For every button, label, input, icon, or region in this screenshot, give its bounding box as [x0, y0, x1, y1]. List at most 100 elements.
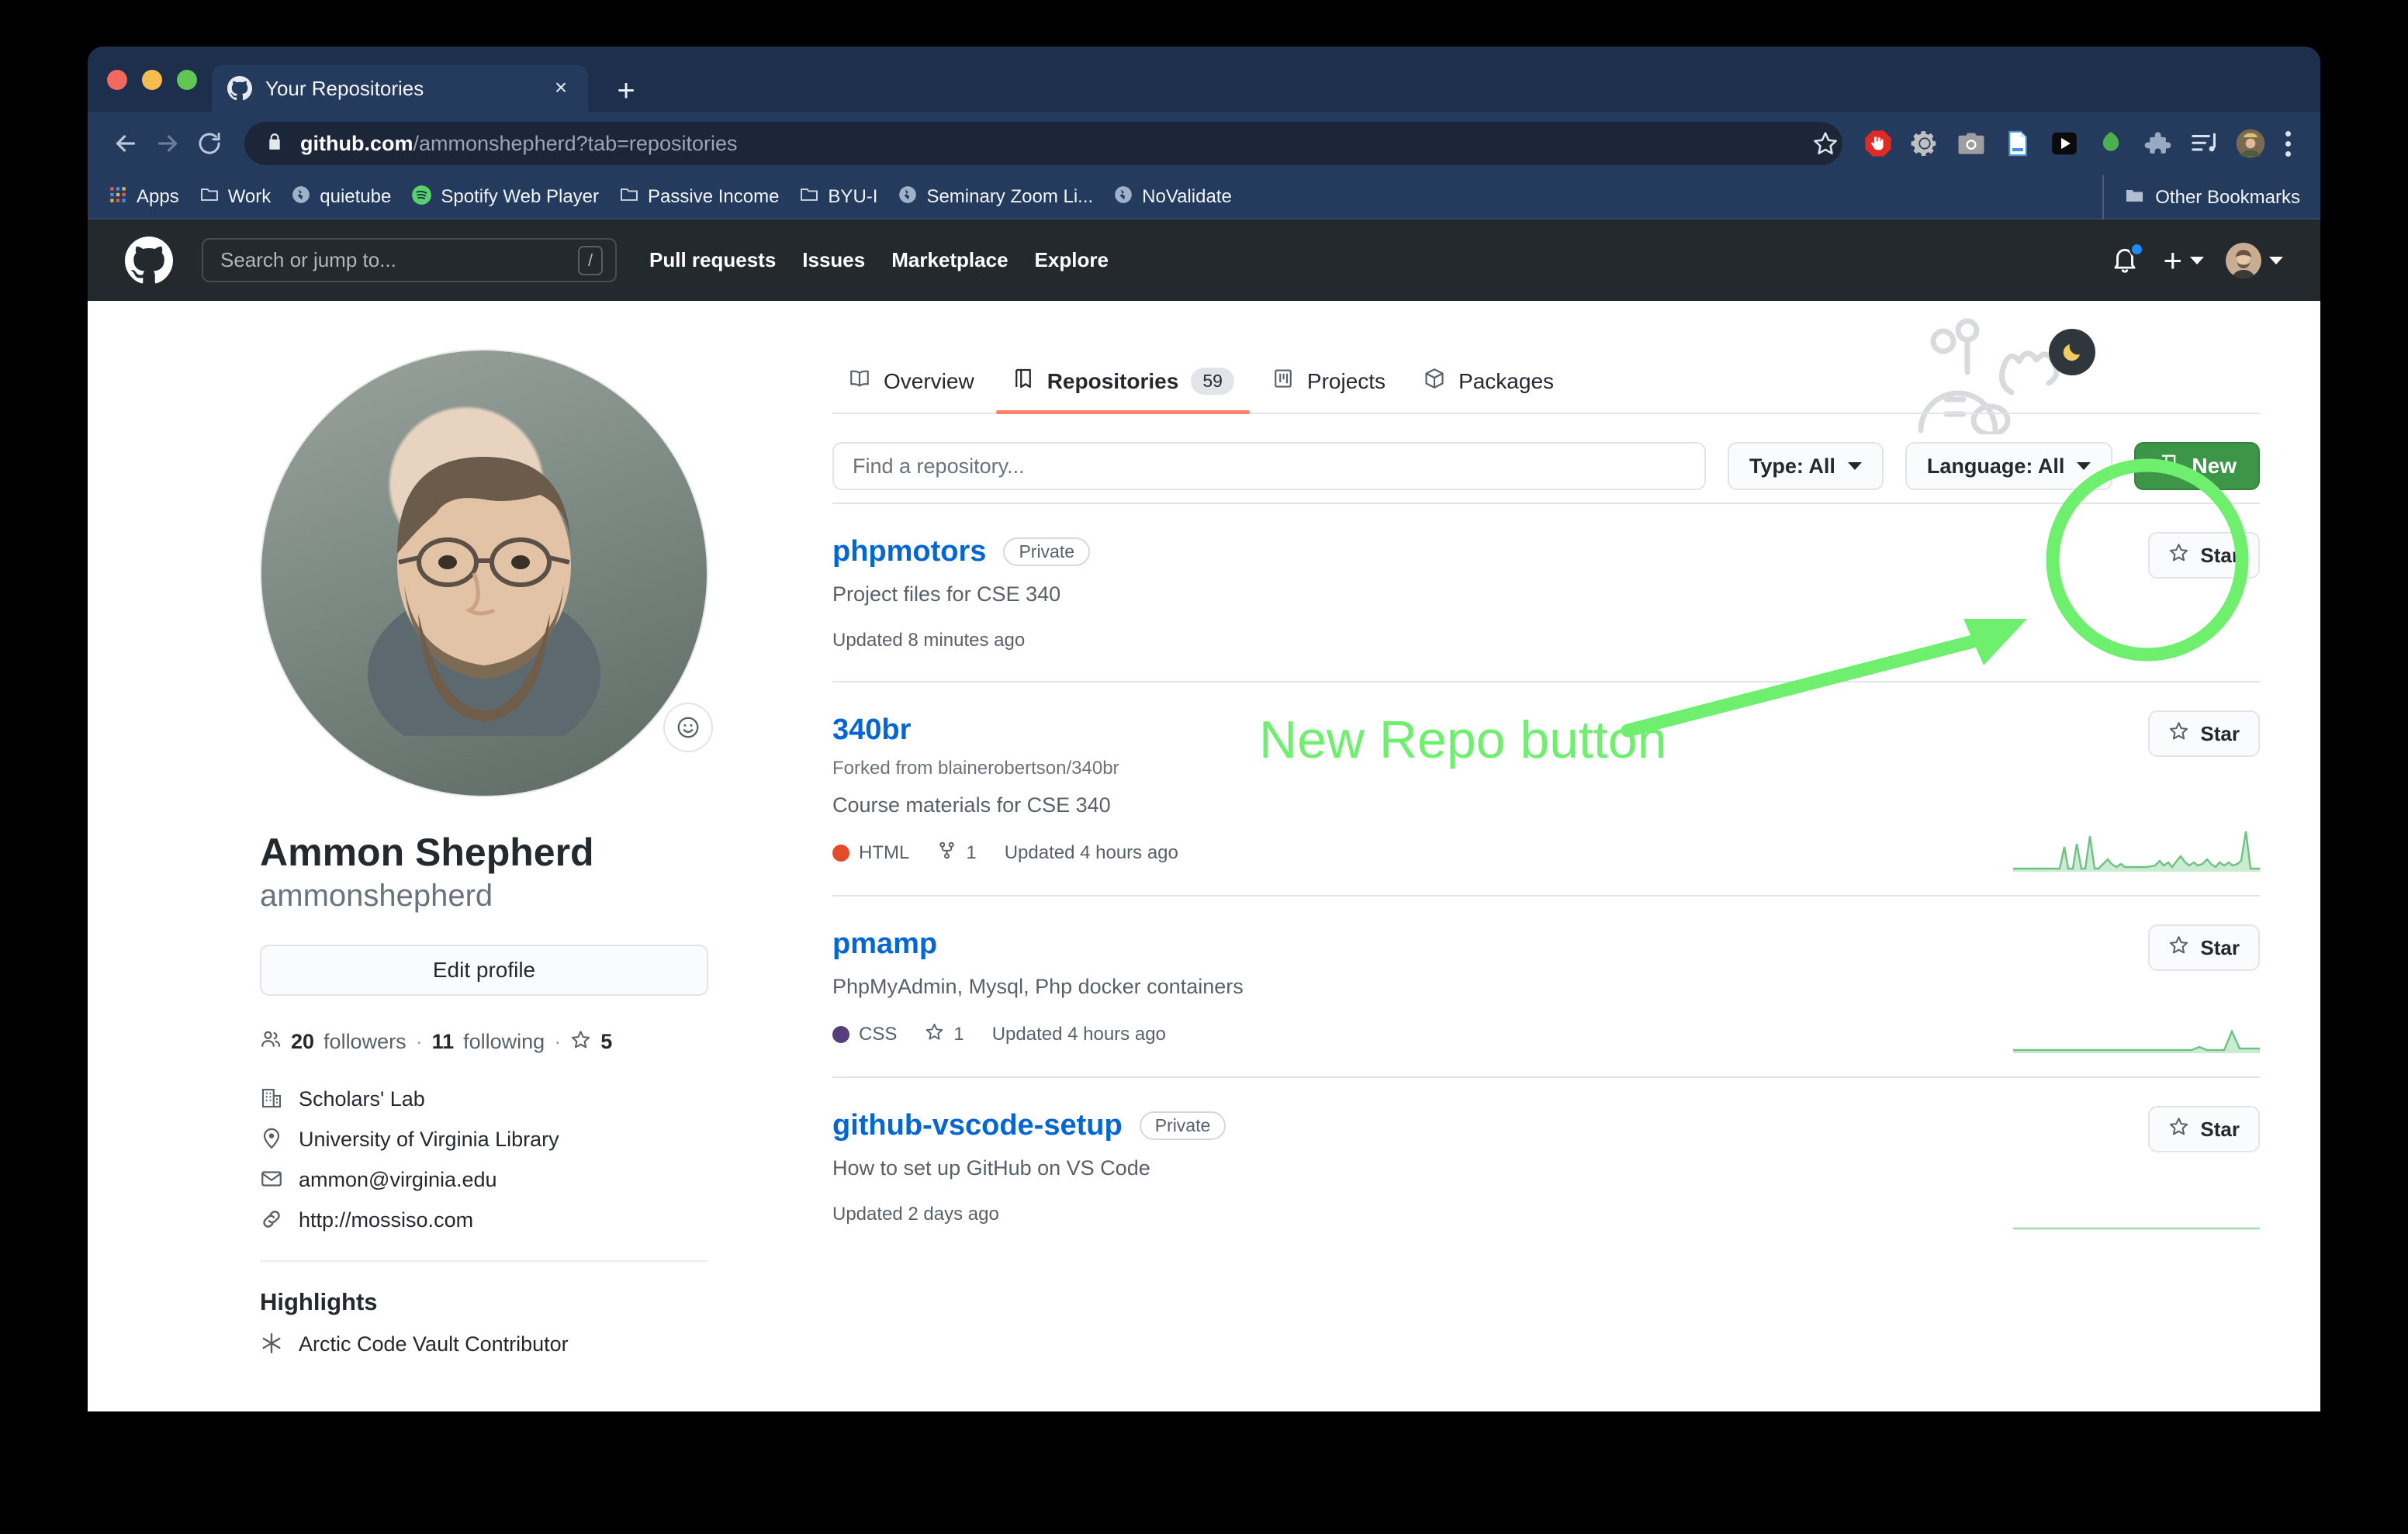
- link-icon: [260, 1208, 285, 1232]
- highlight-arctic-vault[interactable]: Arctic Code Vault Contributor: [260, 1332, 708, 1356]
- star-button[interactable]: Star: [2148, 710, 2260, 757]
- star-button[interactable]: Star: [2148, 532, 2260, 579]
- language-label: CSS: [859, 1024, 898, 1045]
- new-tab-button[interactable]: +: [609, 75, 643, 110]
- bookmark-byu-i[interactable]: BYU-I: [799, 185, 877, 209]
- green-drop-icon[interactable]: [2094, 126, 2128, 161]
- edit-profile-button[interactable]: Edit profile: [260, 945, 708, 996]
- repository-name-link[interactable]: pmamp: [832, 928, 937, 961]
- people-icon: [260, 1028, 282, 1055]
- adblock-icon[interactable]: [1861, 126, 1895, 161]
- bookmarks-bar: Apps Work quietube Spotify Web Player Pa: [88, 175, 2320, 219]
- play-icon[interactable]: [2047, 126, 2081, 161]
- repository-item: phpmotors Private Project files for CSE …: [832, 503, 2260, 681]
- repository-language: HTML: [832, 842, 909, 864]
- stars-count[interactable]: 5: [600, 1030, 612, 1054]
- bookmark-spotify[interactable]: Spotify Web Player: [411, 185, 599, 209]
- puzzle-icon[interactable]: [2140, 126, 2174, 161]
- camera-icon[interactable]: [1954, 126, 1988, 161]
- nav-marketplace[interactable]: Marketplace: [891, 248, 1008, 272]
- back-button[interactable]: [105, 123, 147, 164]
- search-shortcut-badge: /: [578, 245, 603, 275]
- minimize-window-button[interactable]: [142, 70, 162, 90]
- followers-label[interactable]: followers: [323, 1030, 407, 1054]
- reload-button[interactable]: [189, 123, 230, 164]
- tab-title: Your Repositories: [265, 76, 424, 100]
- following-count[interactable]: 11: [432, 1030, 455, 1054]
- browser-tab[interactable]: Your Repositories ×: [212, 65, 588, 112]
- forks-count: 1: [966, 842, 977, 863]
- bookmark-quietube[interactable]: quietube: [291, 185, 391, 209]
- bookmark-label: NoValidate: [1142, 185, 1232, 207]
- user-menu[interactable]: [2226, 242, 2283, 278]
- avatar-wrapper: [260, 349, 713, 797]
- close-window-button[interactable]: [107, 70, 127, 90]
- repository-title-line: github-vscode-setup Private: [832, 1109, 2260, 1142]
- star-button[interactable]: Star: [2148, 1106, 2260, 1152]
- omnibox-row: github.com/ammonshepherd?tab=repositorie…: [88, 112, 2320, 175]
- address-bar[interactable]: github.com/ammonshepherd?tab=repositorie…: [244, 122, 1842, 165]
- nav-pull-requests[interactable]: Pull requests: [649, 248, 776, 272]
- type-filter-dropdown[interactable]: Type: All: [1727, 442, 1884, 490]
- repository-name-link[interactable]: github-vscode-setup: [832, 1109, 1123, 1142]
- bookmark-label: Passive Income: [648, 185, 780, 207]
- bookmark-passive-income[interactable]: Passive Income: [619, 185, 779, 209]
- nav-explore[interactable]: Explore: [1035, 248, 1109, 272]
- type-filter-label: Type: All: [1749, 454, 1835, 478]
- detail-website[interactable]: http://mossiso.com: [260, 1208, 708, 1232]
- search-input[interactable]: Search or jump to... /: [202, 238, 617, 282]
- find-repository-input[interactable]: Find a repository...: [832, 442, 1706, 490]
- followers-count[interactable]: 20: [291, 1030, 314, 1054]
- tab-overview[interactable]: Overview: [832, 367, 990, 413]
- star-icon: [925, 1022, 944, 1047]
- close-tab-icon[interactable]: ×: [549, 77, 573, 100]
- github-header: Search or jump to... / Pull requests Iss…: [88, 219, 2320, 301]
- create-new-menu[interactable]: +: [2163, 244, 2204, 276]
- profile-sidebar: Ammon Shepherd ammonshepherd Edit profil…: [260, 349, 713, 1356]
- maximize-window-button[interactable]: [177, 70, 197, 90]
- repository-forks[interactable]: 1: [937, 841, 977, 865]
- notification-indicator: [2129, 241, 2145, 257]
- bookmark-work[interactable]: Work: [199, 185, 271, 209]
- detail-email[interactable]: ammon@virginia.edu: [260, 1167, 708, 1192]
- forward-button[interactable]: [147, 123, 189, 164]
- playlist-icon[interactable]: [2187, 126, 2221, 161]
- bookmark-star-icon[interactable]: [1804, 122, 1847, 165]
- other-bookmarks-button[interactable]: Other Bookmarks: [2102, 175, 2300, 219]
- repository-name-link[interactable]: 340br: [832, 713, 911, 747]
- folder-icon: [2124, 185, 2145, 210]
- apps-grid-icon: [108, 185, 128, 209]
- language-label: HTML: [859, 842, 910, 863]
- browser-menu-button[interactable]: [2272, 125, 2303, 162]
- globe-icon: [1113, 185, 1133, 209]
- github-mark-icon[interactable]: [125, 236, 173, 285]
- set-status-button[interactable]: [663, 703, 713, 752]
- nav-issues[interactable]: Issues: [802, 248, 865, 272]
- star-icon: [570, 1029, 591, 1055]
- highlights-list: Arctic Code Vault Contributor: [260, 1332, 708, 1356]
- language-filter-dropdown[interactable]: Language: All: [1905, 442, 2113, 490]
- url-text: github.com/ammonshepherd?tab=repositorie…: [300, 132, 737, 156]
- bookmark-novalidate[interactable]: NoValidate: [1113, 185, 1232, 209]
- notifications-bell-icon[interactable]: [2110, 241, 2145, 278]
- star-button[interactable]: Star: [2148, 924, 2260, 971]
- tab-packages[interactable]: Packages: [1407, 367, 1569, 413]
- bookmark-apps[interactable]: Apps: [108, 185, 179, 209]
- globe-icon: [291, 185, 311, 209]
- document-icon[interactable]: [2001, 126, 2035, 161]
- new-repository-button[interactable]: New: [2134, 442, 2260, 490]
- repository-stars[interactable]: 1: [925, 1022, 964, 1047]
- gear-icon[interactable]: [1908, 126, 1942, 161]
- profile-avatar[interactable]: [260, 349, 708, 797]
- avatar-face: [368, 457, 600, 736]
- following-label[interactable]: following: [463, 1030, 545, 1054]
- folder-icon: [799, 185, 819, 209]
- profile-avatar-icon[interactable]: [2233, 126, 2268, 161]
- repository-name-link[interactable]: phpmotors: [832, 535, 986, 568]
- tab-projects[interactable]: Projects: [1256, 367, 1401, 413]
- repository-updated: Updated 2 days ago: [832, 1204, 999, 1225]
- repository-updated: Updated 4 hours ago: [991, 1024, 1166, 1045]
- language-color-dot: [832, 845, 849, 862]
- tab-repositories[interactable]: Repositories 59: [995, 367, 1251, 414]
- bookmark-seminary-zoom[interactable]: Seminary Zoom Li...: [898, 185, 1093, 209]
